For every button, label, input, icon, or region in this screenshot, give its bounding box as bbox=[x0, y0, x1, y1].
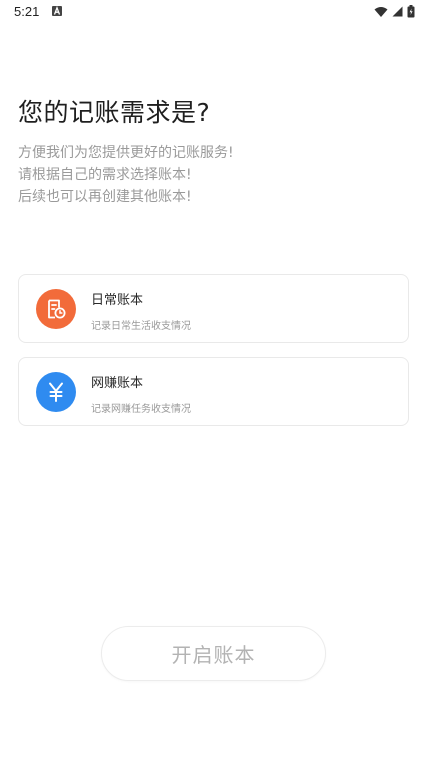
battery-icon bbox=[407, 5, 415, 18]
option-title: 网赚账本 bbox=[91, 376, 144, 391]
option-online-ledger[interactable]: 网赚账本 记录网赚任务收支情况 bbox=[18, 357, 409, 426]
subtitle-line: 后续也可以再创建其他账本! bbox=[18, 189, 192, 205]
wifi-icon bbox=[374, 6, 388, 18]
option-description: 记录网赚任务收支情况 bbox=[91, 404, 191, 415]
notification-a-icon bbox=[52, 6, 62, 16]
option-title: 日常账本 bbox=[91, 293, 144, 308]
start-ledger-button[interactable]: 开启账本 bbox=[101, 626, 326, 681]
screen: 5:21 您的记账需求是? 方便我们为您提供更好的记账服务! 请根据自己的需求选… bbox=[0, 0, 427, 760]
bill-clock-icon bbox=[36, 289, 76, 329]
status-bar: 5:21 bbox=[0, 0, 427, 24]
page-title: 您的记账需求是? bbox=[18, 98, 211, 127]
signal-icon bbox=[392, 6, 403, 17]
status-time: 5:21 bbox=[14, 4, 40, 19]
page-subtitle: 方便我们为您提供更好的记账服务! 请根据自己的需求选择账本! 后续也可以再创建其… bbox=[18, 142, 408, 208]
subtitle-line: 方便我们为您提供更好的记账服务! bbox=[18, 145, 234, 161]
yen-icon bbox=[36, 372, 76, 412]
option-daily-ledger[interactable]: 日常账本 记录日常生活收支情况 bbox=[18, 274, 409, 343]
option-description: 记录日常生活收支情况 bbox=[91, 321, 191, 332]
subtitle-line: 请根据自己的需求选择账本! bbox=[18, 167, 192, 183]
status-icons bbox=[374, 5, 415, 18]
